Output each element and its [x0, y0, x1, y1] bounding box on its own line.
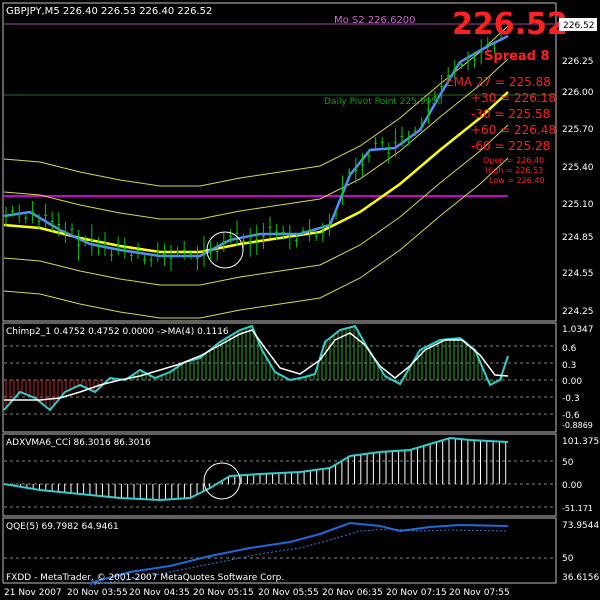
- spread-label: Spread 8: [484, 49, 550, 64]
- chimp-axis-label: -0.3: [562, 394, 580, 404]
- price-axis-label: 225.10: [562, 200, 594, 210]
- chimp-axis-label: -0.6: [562, 411, 580, 421]
- adx-axis-label: 101.3759: [562, 437, 600, 447]
- qqe-axis-label: 73.9544: [562, 521, 599, 531]
- chimp-axis-label: 0.3: [562, 361, 576, 371]
- chimp-axis-label: 0.6: [562, 344, 577, 354]
- chimp-ma-line: [4, 329, 509, 401]
- time-axis-label: 20 Nov 07:55: [449, 588, 510, 598]
- adx-indicator-panel: [3, 436, 555, 508]
- big-price: 226.52: [452, 7, 568, 42]
- chimp-header: Chimp2_1 0.4752 0.4752 0.0000 ->MA(4) 0.…: [6, 327, 229, 337]
- chimp-axis-label: 0.00: [562, 377, 582, 387]
- ema-line-1: +30 = 226.18: [471, 91, 556, 105]
- price-axis-label: 225.40: [562, 163, 594, 173]
- current-price-marker-label: 226.52: [563, 21, 595, 31]
- time-axis-label: 20 Nov 06:35: [322, 588, 383, 598]
- price-axis-label: 224.25: [562, 307, 594, 317]
- chimp-axis-label: 1.0347: [562, 325, 594, 335]
- ohlc-high: High = 226.53: [485, 166, 543, 175]
- daily-pivot-label: Daily Pivot Point 225.9950: [324, 97, 443, 107]
- qqe-header: QQE(5) 69.7982 64.9461: [6, 522, 119, 532]
- mo-s2-label: Mo S2 226.6200: [334, 15, 416, 26]
- time-axis-label: 20 Nov 05:55: [258, 588, 319, 598]
- price-axis-label: 226.25: [562, 57, 594, 67]
- time-axis-label: 20 Nov 05:15: [193, 588, 254, 598]
- time-axis-label: 21 Nov 2007: [4, 588, 62, 598]
- main-panel-frame: [2, 2, 557, 322]
- adx-axis-label: -51.171: [562, 504, 593, 513]
- main-price-panel: [3, 23, 555, 319]
- time-axis-label: 20 Nov 04:35: [129, 588, 190, 598]
- price-axis-label: 226.00: [562, 88, 594, 98]
- ohlc-low: Low = 226.40: [489, 176, 545, 185]
- adx-header: ADXVMA6_CCi 86.3016 86.3016: [6, 438, 151, 448]
- price-axis-label: 224.85: [562, 233, 594, 243]
- adx-axis-label: 0.00: [562, 481, 582, 491]
- metatrader-chart-window: GBPJPY,M5 226.40 226.53 226.40 226.52 Mo…: [0, 0, 600, 600]
- time-axis-label: 20 Nov 07:15: [386, 588, 447, 598]
- chimp-indicator-panel: [3, 324, 555, 415]
- qqe-axis-label: 36.6156: [562, 573, 599, 583]
- ohlc-open: Open = 226.40: [483, 156, 544, 165]
- qqe-axis-label: 50: [562, 554, 574, 564]
- ema-line-3: +60 = 226.48: [471, 123, 556, 137]
- main-header: GBPJPY,M5 226.40 226.53 226.40 226.52: [6, 6, 212, 17]
- chart-canvas[interactable]: GBPJPY,M5 226.40 226.53 226.40 226.52 Mo…: [0, 0, 600, 600]
- ema-line-4: -60 = 225.28: [471, 139, 550, 153]
- adx-axis-label: 50: [562, 458, 574, 468]
- ema-line-0: EMA 27 = 225.88: [446, 75, 551, 89]
- chimp-axis-label: -0.8869: [562, 421, 593, 430]
- time-axis-label: 20 Nov 03:55: [67, 588, 128, 598]
- price-axis-label: 224.55: [562, 269, 594, 279]
- price-axis-label: 225.70: [562, 125, 594, 135]
- ema-line-2: -30 = 225.58: [471, 107, 550, 121]
- chimp-panel-frame: [2, 322, 557, 433]
- watermark: FXDD - MetaTrader, © 2001-2007 MetaQuote…: [6, 573, 284, 583]
